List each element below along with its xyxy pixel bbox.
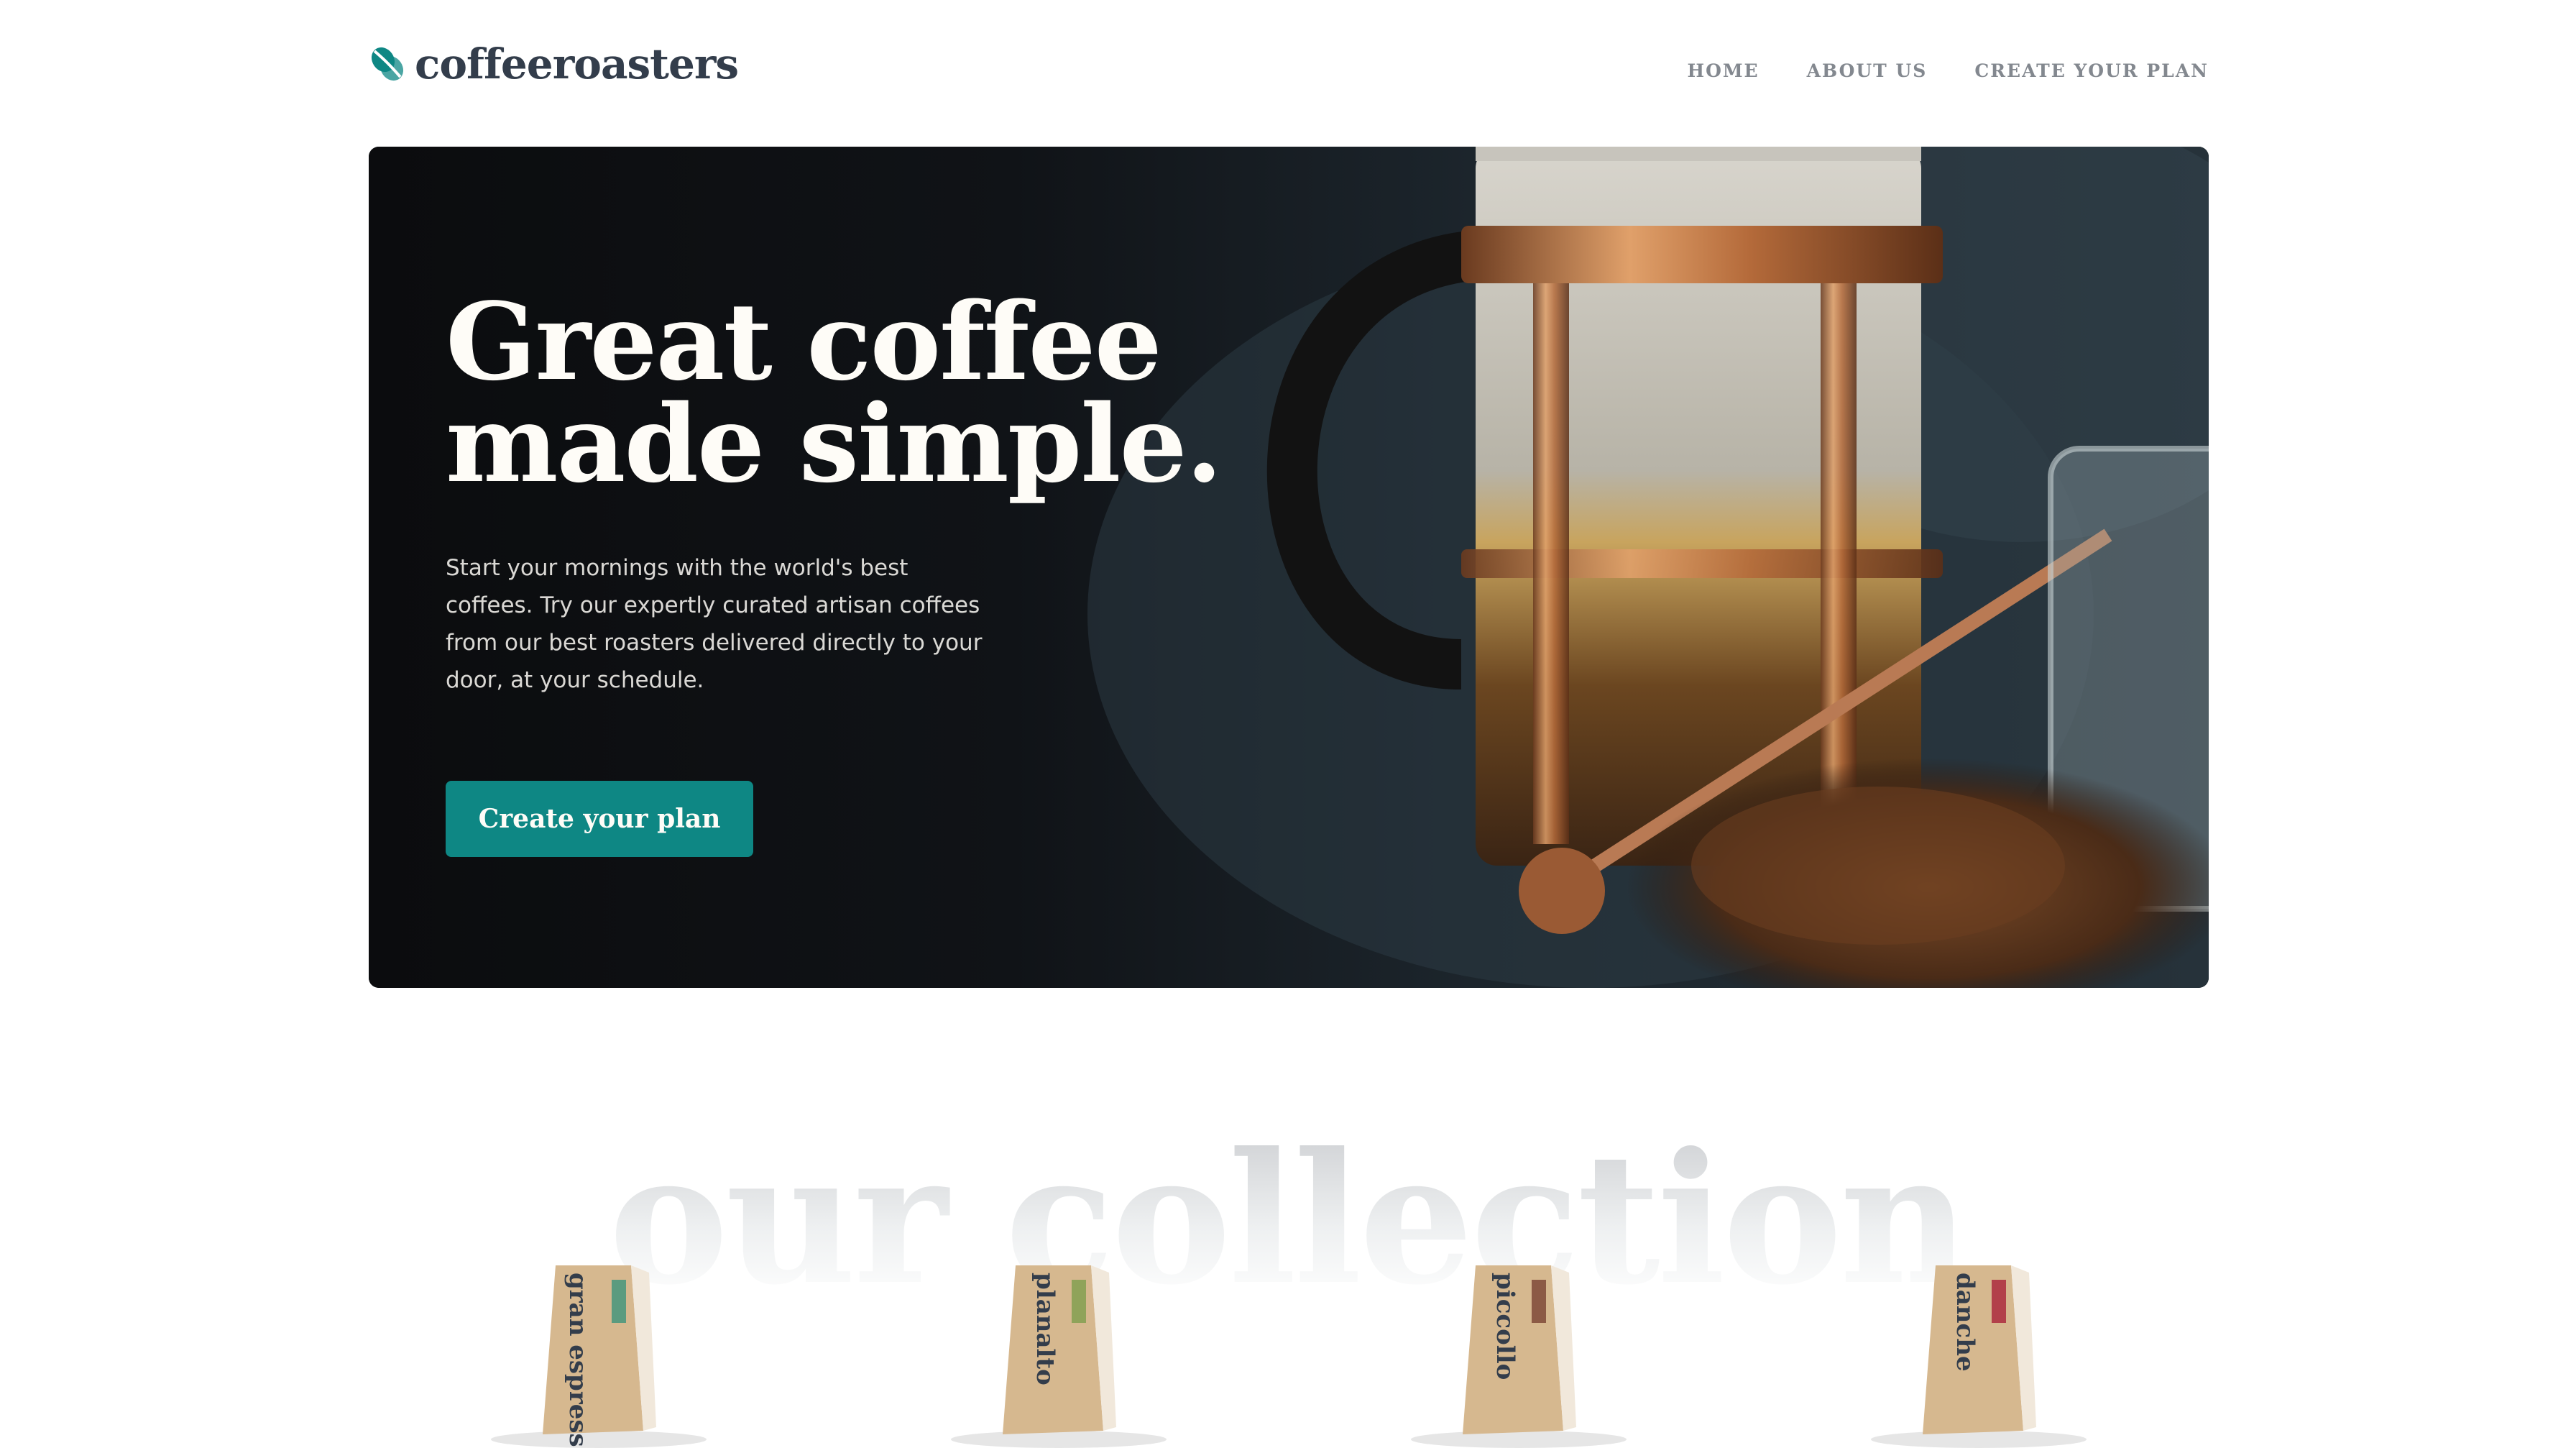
hero-title: Great coffee made simple.: [446, 279, 1223, 506]
nav-about-link[interactable]: ABOUT US: [1807, 60, 1928, 81]
main-nav: HOME ABOUT US CREATE YOUR PLAN: [1687, 60, 2209, 81]
create-plan-button[interactable]: Create your plan: [446, 781, 753, 857]
site-header: coffeeroasters HOME ABOUT US CREATE YOUR…: [369, 40, 2209, 109]
logo[interactable]: coffeeroasters: [369, 40, 739, 88]
product-name-label: gran espresso: [564, 1273, 592, 1448]
product-list: gran espresso planalto piccollo danche: [369, 1251, 2209, 1448]
coffee-bean-icon: [371, 47, 404, 81]
logo-text: coffeeroasters: [415, 40, 739, 88]
product-name-label: planalto: [1031, 1273, 1059, 1385]
nav-create-plan-link[interactable]: CREATE YOUR PLAN: [1974, 60, 2209, 81]
nav-home-link[interactable]: HOME: [1687, 60, 1759, 81]
coffee-bag-image: danche: [1871, 1265, 2087, 1448]
product-piccollo[interactable]: piccollo: [1397, 1251, 1641, 1448]
product-planalto[interactable]: planalto: [937, 1251, 1181, 1448]
hero-banner: Great coffee made simple. Start your mor…: [369, 147, 2209, 988]
product-danche[interactable]: danche: [1857, 1251, 2101, 1448]
product-name-label: danche: [1951, 1273, 1979, 1372]
coffee-bag-image: gran espresso: [491, 1265, 707, 1448]
product-name-label: piccollo: [1491, 1273, 1519, 1380]
coffee-bag-image: piccollo: [1411, 1265, 1627, 1448]
product-gran-espresso[interactable]: gran espresso: [477, 1251, 721, 1448]
coffee-bag-image: planalto: [951, 1265, 1167, 1448]
hero-description: Start your mornings with the world's bes…: [446, 555, 983, 693]
